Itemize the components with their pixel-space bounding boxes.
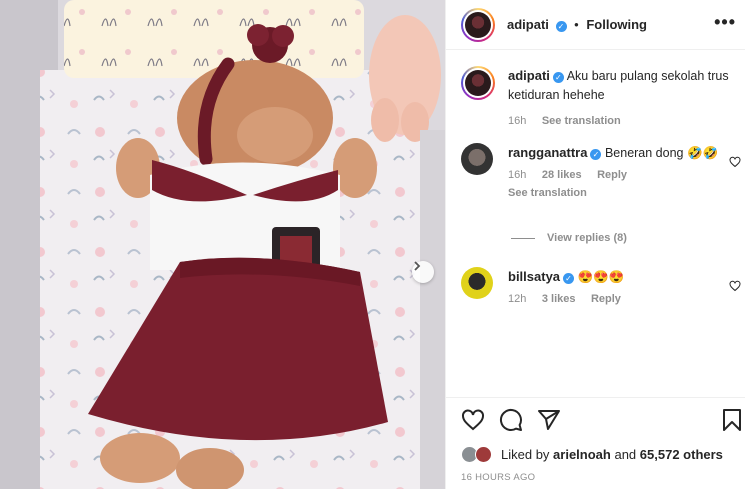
reply-button[interactable]: Reply [597, 169, 627, 181]
verified-badge-icon: ✓ [563, 273, 575, 284]
comment-icon[interactable] [499, 408, 523, 432]
comment-text: Beneran dong 🤣🤣 [604, 146, 719, 160]
see-translation-link[interactable]: See translation [508, 184, 733, 203]
header-username[interactable]: adipati [507, 17, 549, 32]
comment-time: 12h [508, 293, 527, 305]
view-replies-button[interactable]: View replies (8) [511, 232, 627, 244]
verified-badge-icon: ✓ [555, 21, 567, 32]
more-options-icon[interactable]: ••• [714, 13, 736, 31]
verified-badge-icon: ✓ [552, 72, 564, 83]
comment-time: 16h [508, 169, 527, 181]
avatar[interactable] [461, 267, 493, 299]
comment-likes-count[interactable]: 28 likes [542, 169, 582, 181]
avatar[interactable] [461, 66, 495, 100]
caption-time: 16h [508, 115, 527, 127]
post-header: adipati ✓ • Following ••• [446, 0, 745, 50]
comment-likes-count[interactable]: 3 likes [542, 293, 576, 305]
following-button[interactable]: Following [586, 17, 647, 32]
heart-icon[interactable] [729, 156, 741, 168]
baby-photo-illustration [0, 0, 445, 489]
avatar [475, 446, 492, 463]
divider-line [511, 237, 535, 239]
view-replies-label: View replies (8) [547, 232, 627, 244]
reply-button[interactable]: Reply [591, 293, 621, 305]
chevron-right-icon [414, 261, 421, 271]
avatar[interactable] [461, 143, 493, 175]
comment-username[interactable]: billsatya [508, 269, 560, 284]
likes-prefix: Liked by [501, 447, 550, 462]
caption-username[interactable]: adipati [508, 68, 550, 83]
likes-middle: and [614, 447, 637, 462]
comment-username[interactable]: rangganattra [508, 145, 587, 160]
avatar[interactable] [461, 8, 495, 42]
share-icon[interactable] [537, 408, 561, 432]
post-actions: Liked by arielnoah and 65,572 others 16 … [446, 397, 745, 489]
verified-badge-icon: ✓ [590, 149, 602, 160]
heart-icon[interactable] [461, 408, 485, 432]
post-timestamp: 16 HOURS AGO [461, 472, 536, 483]
post-side-panel: adipati ✓ • Following ••• adipati ✓ Aku b… [445, 0, 745, 489]
post-photo[interactable] [0, 0, 445, 489]
separator-dot: • [574, 17, 579, 32]
comment-text: 😍😍😍 [577, 270, 625, 284]
bookmark-icon[interactable] [722, 408, 742, 432]
heart-icon[interactable] [729, 280, 741, 292]
likes-others[interactable]: 65,572 others [640, 447, 723, 462]
see-translation-link[interactable]: See translation [542, 115, 621, 127]
liked-by-user[interactable]: arielnoah [553, 447, 611, 462]
next-photo-button[interactable] [412, 261, 434, 283]
